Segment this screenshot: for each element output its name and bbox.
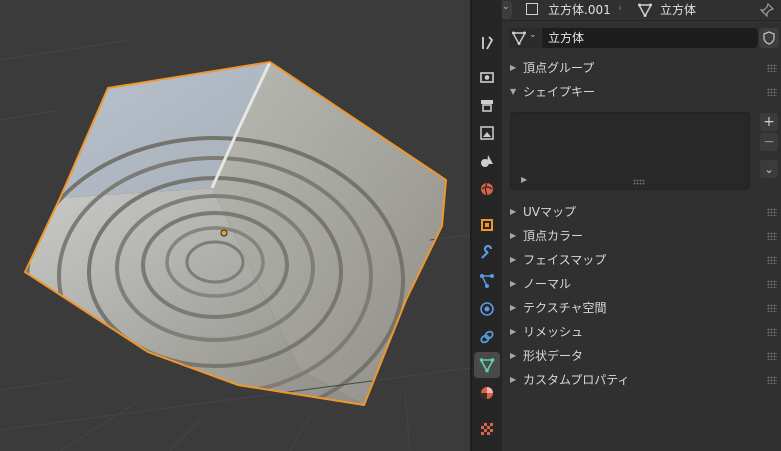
pin-icon[interactable]	[760, 3, 774, 17]
drag-grip-icon[interactable]	[767, 64, 777, 72]
panel-uv-maps[interactable]: ▶ UVマップ	[502, 201, 781, 223]
list-resize-grip-icon[interactable]	[633, 179, 645, 185]
shape-key-specials-button[interactable]: ⌄	[760, 160, 778, 178]
tool-icon	[482, 36, 494, 50]
mesh-data-icon	[638, 3, 652, 17]
world-icon	[481, 182, 493, 196]
tab-physics[interactable]	[474, 296, 500, 322]
collapsed-arrow-icon: ▶	[510, 351, 517, 360]
chevron-down-icon: ⌄	[764, 163, 774, 176]
panel-texture-space[interactable]: ▶ テクスチャ空間	[502, 297, 781, 319]
fake-user-button[interactable]	[759, 28, 779, 48]
panel-face-maps[interactable]: ▶ フェイスマップ	[502, 249, 781, 271]
tab-view-layer[interactable]	[474, 120, 500, 146]
properties-tab-bar	[472, 0, 502, 451]
scene-icon	[481, 155, 493, 167]
mesh-datablock-selector: ⌄ 立方体	[509, 28, 779, 48]
tab-tool[interactable]	[474, 30, 500, 56]
drag-grip-icon[interactable]	[767, 328, 777, 336]
breadcrumb-separator-icon: ›	[618, 1, 623, 14]
tab-output[interactable]	[474, 92, 500, 118]
modifier-icon	[481, 245, 493, 259]
tab-modifier[interactable]	[474, 240, 500, 266]
drag-grip-icon[interactable]	[767, 232, 777, 240]
drag-grip-icon[interactable]	[767, 256, 777, 264]
viewport-scene	[0, 0, 470, 451]
remove-shape-key-button[interactable]: −	[760, 133, 778, 151]
tab-scene[interactable]	[474, 148, 500, 174]
3d-viewport[interactable]	[0, 0, 470, 451]
filter-arrow-icon[interactable]: ▶	[521, 175, 527, 184]
object-icon	[526, 3, 538, 15]
tab-world[interactable]	[474, 176, 500, 202]
panel-custom-properties[interactable]: ▶ カスタムプロパティ	[502, 369, 781, 391]
collapsed-arrow-icon: ▶	[510, 375, 517, 384]
drag-grip-icon[interactable]	[767, 376, 777, 384]
tab-mesh-data[interactable]	[474, 352, 500, 378]
properties-header: ⌄ 立方体.001 › 立方体	[472, 0, 781, 21]
panel-normals[interactable]: ▶ ノーマル	[502, 273, 781, 295]
drag-grip-icon[interactable]	[767, 208, 777, 216]
chevron-down-icon: ⌄	[502, 2, 510, 12]
material-icon	[481, 387, 493, 399]
panel-geometry-data[interactable]: ▶ 形状データ	[502, 345, 781, 367]
drag-grip-icon[interactable]	[767, 352, 777, 360]
mesh-name[interactable]: 立方体	[660, 1, 696, 18]
tab-constraints[interactable]	[474, 324, 500, 350]
collapsed-arrow-icon: ▶	[510, 303, 517, 312]
constraints-icon	[480, 330, 494, 344]
add-shape-key-button[interactable]: +	[760, 113, 778, 131]
mesh-data-icon	[512, 31, 526, 45]
collapsed-arrow-icon: ▶	[510, 279, 517, 288]
shield-icon	[763, 31, 775, 45]
tab-render[interactable]	[474, 64, 500, 90]
panel-remesh[interactable]: ▶ リメッシュ	[502, 321, 781, 343]
shape-key-list[interactable]: ▶	[510, 112, 750, 190]
tab-material[interactable]	[474, 380, 500, 406]
tab-texture[interactable]	[474, 416, 500, 442]
texture-icon	[481, 423, 493, 435]
mesh-data-icon	[479, 358, 495, 373]
datablock-browse-button[interactable]: ⌄	[509, 28, 541, 48]
collapsed-arrow-icon: ▶	[510, 255, 517, 264]
object-name[interactable]: 立方体.001	[548, 1, 611, 18]
tab-object[interactable]	[474, 212, 500, 238]
particles-icon	[480, 274, 494, 288]
physics-icon	[480, 302, 494, 316]
datablock-name-field[interactable]: 立方体	[542, 28, 758, 48]
collapsed-arrow-icon: ▶	[510, 231, 517, 240]
collapsed-arrow-icon: ▶	[510, 327, 517, 336]
object-icon	[481, 219, 493, 231]
chevron-down-icon: ⌄	[529, 30, 537, 40]
collapsed-arrow-icon: ▶	[510, 207, 517, 216]
panel-shape-keys[interactable]: ▼ シェイプキー	[502, 81, 781, 103]
object-origin	[220, 229, 228, 237]
drag-grip-icon[interactable]	[767, 280, 777, 288]
output-icon	[481, 100, 493, 112]
render-icon	[480, 72, 494, 83]
view-layer-icon	[480, 126, 494, 140]
collapsed-arrow-icon: ▶	[510, 63, 517, 72]
expanded-arrow-icon: ▼	[510, 87, 517, 96]
panel-vertex-groups[interactable]: ▶ 頂点グループ	[502, 57, 781, 79]
panel-vertex-colors[interactable]: ▶ 頂点カラー	[502, 225, 781, 247]
drag-grip-icon[interactable]	[767, 304, 777, 312]
drag-grip-icon[interactable]	[767, 88, 777, 96]
tab-particles[interactable]	[474, 268, 500, 294]
